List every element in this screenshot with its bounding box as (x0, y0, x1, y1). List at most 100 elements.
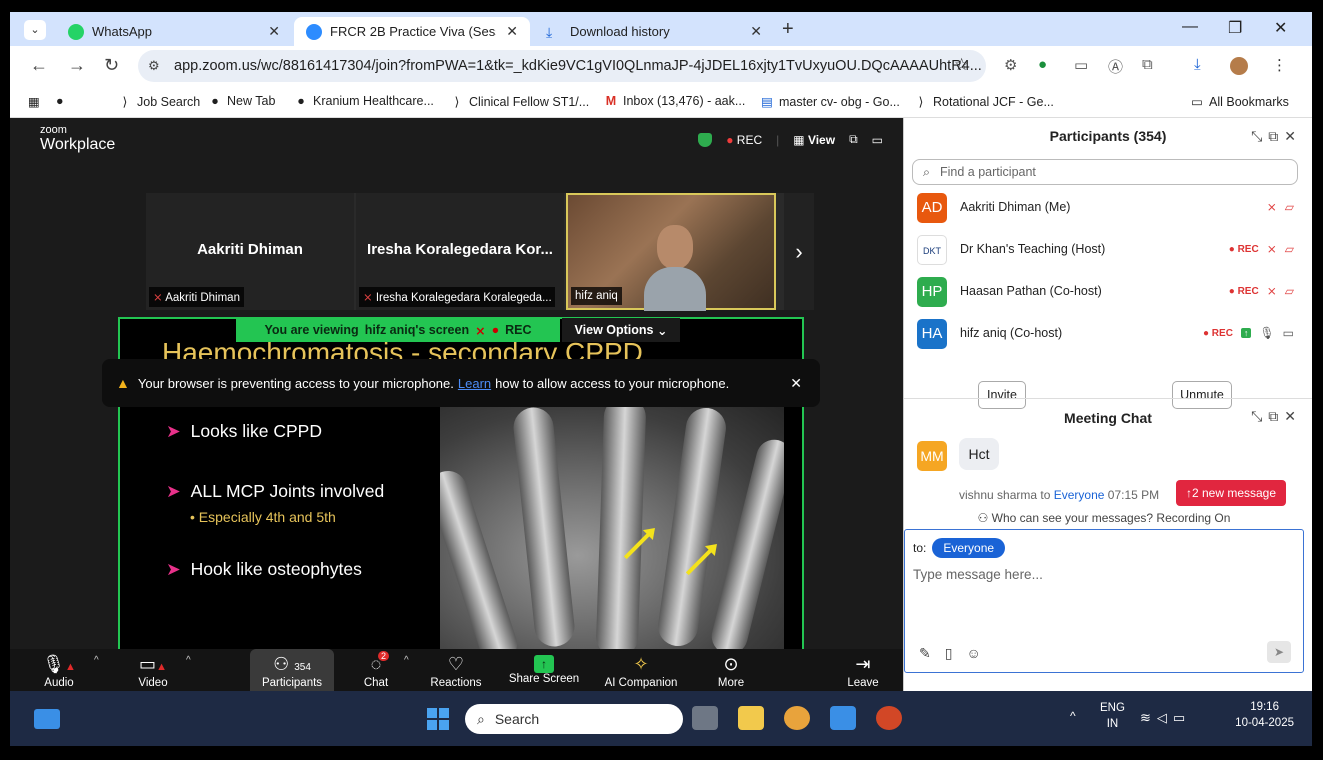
video-tile[interactable]: Iresha Koralegedara Kor... ⨯ Iresha Kora… (356, 193, 564, 310)
control-label: Video (138, 677, 168, 689)
bookmark-star-icon[interactable]: ☆ (954, 55, 969, 75)
new-tab-button[interactable]: + (782, 18, 794, 41)
close-icon[interactable]: ✕ (790, 375, 802, 392)
lang-text: ENG (1100, 702, 1125, 714)
extensions-puzzle-icon[interactable]: ⧉ (1142, 56, 1153, 73)
system-tray-icons[interactable]: ≋◁▭ (1140, 710, 1191, 726)
video-tile[interactable]: Aakriti Dhiman ⨯ Aakriti Dhiman (146, 193, 354, 310)
powerpoint-icon[interactable] (876, 706, 902, 730)
audio-options-caret[interactable]: ^ (94, 655, 99, 666)
who-can-see-notice[interactable]: ⚇ Who can see your messages? Recording O… (904, 511, 1304, 525)
reload-icon[interactable]: ↻ (104, 55, 119, 76)
profile-avatar[interactable] (1230, 57, 1248, 75)
participant-row[interactable]: AD Aakriti Dhiman (Me) ⨯ ▱ (904, 188, 1304, 228)
gallery-icon[interactable]: ⧉ (849, 132, 858, 147)
audio-button[interactable]: 🎙︎▲ Audio (24, 649, 94, 697)
tab-zoom[interactable]: FRCR 2B Practice Viva (Session ✕ (294, 17, 530, 46)
leave-button[interactable]: ⇥ Leave (836, 649, 890, 697)
taskbar-search[interactable]: ⌕ Search (465, 704, 683, 734)
format-icon[interactable]: ✎ (919, 645, 945, 661)
participants-button[interactable]: ⚇ 354 Participants (250, 649, 334, 697)
sparkle-icon: ✧ (633, 654, 649, 674)
chrome-icon[interactable] (784, 706, 810, 730)
learn-link[interactable]: Learn (458, 376, 491, 391)
tab-whatsapp[interactable]: WhatsApp ✕ (56, 17, 292, 46)
widgets-icon[interactable] (34, 709, 60, 729)
file-explorer-icon[interactable] (738, 706, 764, 730)
extension-icon[interactable]: Ⓐ (1108, 56, 1123, 77)
bookmark-rotational-jcf[interactable]: ⟩ Rotational JCF - Ge... (914, 94, 1054, 109)
participant-row[interactable]: HP Haasan Pathan (Co-host) ● REC ⨯ ▱ (904, 272, 1304, 312)
chrome-icon[interactable]: ● (56, 94, 64, 108)
more-button[interactable]: ⊙ More (704, 649, 758, 697)
tab-label: FRCR 2B Practice Viva (Session (330, 24, 496, 39)
forward-icon[interactable]: → (68, 55, 86, 76)
tab-search-button[interactable]: ⌄ (24, 20, 46, 40)
chat-compose-box[interactable]: to: Everyone Type message here... ✎▯☺ ➤ (904, 529, 1304, 673)
mic-muted-icon: ⨯ (1266, 242, 1277, 256)
share-screen-button[interactable]: ↑ Share Screen (504, 649, 584, 697)
language-indicator[interactable]: ENG IN (1100, 701, 1125, 732)
tab-download-history[interactable]: ⤓ Download history ✕ (534, 17, 774, 46)
chat-button[interactable]: ◌ Chat (346, 649, 406, 697)
windows-taskbar: ⌕ Search ^ ENG IN ≋◁▭ 19:16 10-04-2025 (10, 691, 1312, 746)
view-options-button[interactable]: View Options ⌄ (562, 318, 680, 342)
chat-options-caret[interactable]: ^ (404, 655, 409, 666)
extension-icon[interactable]: ⚙ (1004, 56, 1017, 74)
task-view-icon[interactable] (692, 706, 718, 730)
address-bar[interactable]: app.zoom.us/wc/88161417304/join?fromPWA=… (138, 50, 986, 82)
bookmark-clinical-fellow[interactable]: ⟩ Clinical Fellow ST1/... (450, 94, 590, 109)
bookmark-new-tab[interactable]: ● New Tab (208, 94, 275, 108)
bookmark-job-search[interactable]: ⟩ Job Search (118, 94, 201, 109)
mic-muted-icon: ⨯ (475, 323, 486, 338)
minimize-icon[interactable]: — (1182, 18, 1198, 36)
menu-kebab-icon[interactable]: ⋮ (1272, 56, 1287, 74)
file-icon[interactable]: ▯ (945, 645, 967, 661)
app-icon[interactable] (830, 706, 856, 730)
chat-panel-controls[interactable]: ⤡⧉✕ (1251, 408, 1302, 425)
ai-companion-button[interactable]: ✧ AI Companion (596, 649, 686, 697)
all-bookmarks[interactable]: ▭ All Bookmarks (1190, 94, 1289, 109)
bookmark-kranium[interactable]: ● Kranium Healthcare... (294, 94, 434, 108)
new-messages-button[interactable]: ↑2 new message (1176, 480, 1286, 506)
windows-start-icon[interactable] (427, 708, 449, 730)
site-info-icon[interactable]: ⚙ (148, 58, 160, 74)
recording-indicator[interactable]: ● REC (726, 133, 762, 147)
bookmark-master-cv[interactable]: ▤ master cv- obg - Go... (760, 94, 900, 109)
close-tab-icon[interactable]: ✕ (496, 23, 518, 40)
participant-search[interactable]: ⌕ Find a participant (912, 159, 1298, 185)
downloads-icon[interactable]: ⤓ (1194, 56, 1201, 73)
next-page-arrow[interactable]: › (784, 193, 814, 310)
bookmark-gmail[interactable]: M Inbox (13,476) - aak... (604, 94, 746, 108)
recipient-selector[interactable]: Everyone (932, 538, 1006, 558)
logo-text: zoom (40, 124, 67, 136)
close-tab-icon[interactable]: ✕ (740, 23, 762, 40)
grammarly-icon[interactable]: ● (1038, 56, 1047, 73)
rec-label: REC (736, 132, 763, 147)
warning-text: Your browser is preventing access to you… (137, 375, 454, 391)
video-options-caret[interactable]: ^ (186, 655, 191, 666)
notice-text: Who can see your messages? Recording On (991, 511, 1231, 525)
send-icon[interactable]: ➤ (1267, 641, 1291, 663)
close-window-icon[interactable]: ✕ (1274, 18, 1287, 38)
chevron-up-icon[interactable]: ^ (1070, 709, 1076, 723)
video-off-icon: ▱ (1284, 242, 1294, 256)
video-tile-active-speaker[interactable]: hifz aniq (566, 193, 776, 311)
reactions-button[interactable]: ♡ Reactions (424, 649, 488, 697)
bookmark-label: Rotational JCF - Ge... (933, 95, 1054, 109)
emoji-icon[interactable]: ☺ (966, 645, 994, 661)
participant-row[interactable]: DKT Dr Khan's Teaching (Host) ● REC ⨯ ▱ (904, 230, 1304, 270)
view-button[interactable]: ▦ View (793, 133, 835, 147)
extension-icon[interactable]: ▭ (1074, 56, 1088, 74)
shield-icon[interactable] (698, 132, 713, 147)
panel-controls[interactable]: ⤡⧉✕ (1251, 128, 1302, 145)
fullscreen-icon[interactable]: ▭ (872, 133, 883, 147)
video-button[interactable]: ▭▲ Video (118, 649, 188, 697)
apps-grid-icon[interactable]: ▦ (28, 94, 40, 109)
back-icon[interactable]: ← (30, 55, 48, 76)
close-tab-icon[interactable]: ✕ (258, 23, 280, 40)
message-input[interactable]: Type message here... (913, 567, 1043, 582)
restore-icon[interactable]: ❐ (1228, 18, 1242, 38)
clock[interactable]: 19:16 10-04-2025 (1235, 700, 1294, 731)
participant-row[interactable]: HA hifz aniq (Co-host) ● REC ↑ 🎙︎ ▭ (904, 314, 1304, 354)
